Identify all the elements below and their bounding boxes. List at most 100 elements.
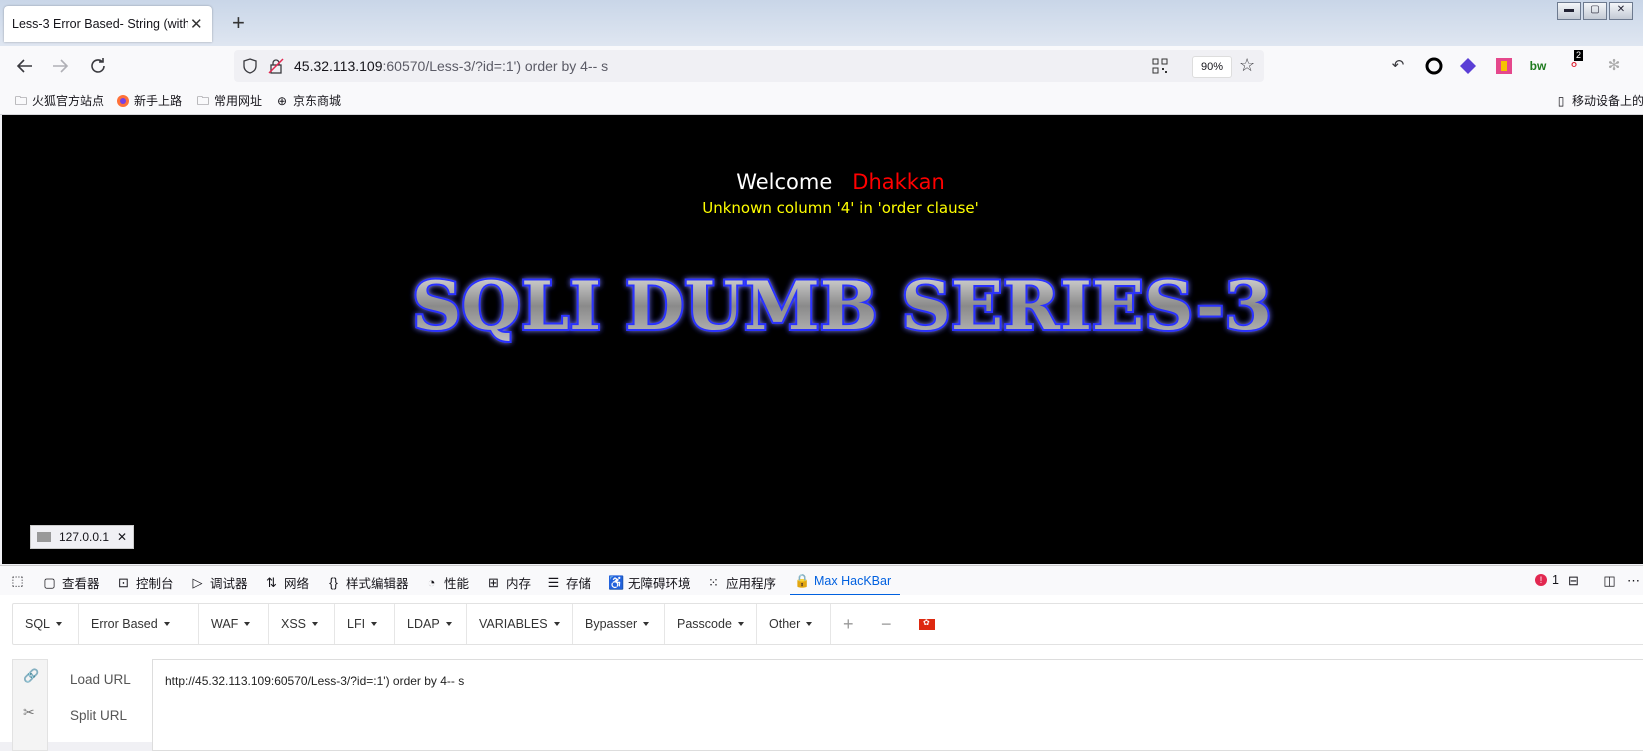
caret-down-icon: [445, 622, 452, 626]
caret-down-icon: [737, 622, 744, 626]
language-flag-icon[interactable]: [907, 604, 947, 644]
folder-icon: 🗀: [14, 93, 27, 108]
split-url-button[interactable]: Split URL: [70, 708, 127, 723]
menu-xss[interactable]: XSS: [269, 604, 335, 644]
menu-variables[interactable]: VARIABLES: [467, 604, 573, 644]
error-count-value: 1: [1552, 573, 1559, 587]
tab-network[interactable]: ⇅ 网络: [264, 573, 309, 592]
tab-label: 无障碍环境: [628, 577, 691, 591]
menu-lfi[interactable]: LFI: [335, 604, 395, 644]
menu-passcode[interactable]: Passcode: [665, 604, 757, 644]
new-tab-button[interactable]: +: [232, 10, 245, 36]
zoom-level[interactable]: 90%: [1192, 56, 1232, 78]
forward-arrow-icon: [53, 59, 69, 73]
status-ip: 127.0.0.1: [59, 530, 110, 544]
error-icon: !: [1535, 574, 1547, 586]
tab-memory[interactable]: ⊞ 内存: [486, 573, 531, 592]
page-viewport: Welcome Dhakkan Unknown column '4' in 'or…: [2, 115, 1643, 564]
bw-extension-icon[interactable]: bw: [1528, 56, 1548, 76]
menu-label: Other: [769, 617, 801, 631]
plus-icon[interactable]: +: [831, 604, 869, 644]
split-console-icon[interactable]: ⊟: [1566, 573, 1581, 589]
hackbar-icon: 🔒: [794, 573, 811, 588]
bookmark-item[interactable]: 🗀 常用网址: [196, 92, 262, 109]
extension-badge: 2: [1574, 50, 1584, 61]
tab-inspector[interactable]: ▢ 查看器: [42, 573, 99, 592]
bookmark-label: 常用网址: [214, 94, 263, 108]
menu-other[interactable]: Other: [757, 604, 831, 644]
close-icon[interactable]: ✕: [117, 530, 127, 544]
menu-ldap[interactable]: LDAP: [395, 604, 467, 644]
qr-code-icon[interactable]: [1152, 58, 1168, 74]
tab-debugger[interactable]: ▷ 调试器: [190, 573, 248, 592]
menu-waf[interactable]: WAF: [199, 604, 269, 644]
forward-button[interactable]: [48, 54, 72, 78]
bookmark-item[interactable]: 🗀 火狐官方站点: [14, 92, 104, 109]
tab-style-editor[interactable]: {} 样式编辑器: [326, 573, 408, 592]
bookmark-item[interactable]: ⊕ 京东商城: [275, 92, 341, 109]
error-count[interactable]: ! 1: [1535, 573, 1559, 587]
ring-extension-icon[interactable]: [1424, 56, 1444, 76]
tab-label: 内存: [506, 577, 532, 591]
tab-label: 网络: [284, 577, 310, 591]
mobile-bookmarks[interactable]: ▯ 移动设备上的书签: [1554, 92, 1643, 109]
minimize-button[interactable]: ▬: [1557, 2, 1581, 20]
menu-error-based[interactable]: Error Based: [79, 604, 199, 644]
n-extension-icon[interactable]: [1494, 56, 1514, 76]
console-icon: ⊡: [118, 574, 129, 590]
style-editor-icon: {}: [329, 575, 338, 590]
tab-console[interactable]: ⊡ 控制台: [116, 573, 173, 592]
welcome-line: Welcome Dhakkan: [2, 170, 1643, 194]
maximize-button[interactable]: ▢: [1583, 2, 1607, 20]
scissors-icon[interactable]: ✂: [23, 704, 35, 721]
close-window-button[interactable]: ✕: [1609, 2, 1633, 20]
devtools-toolbar: ⬚ ▢ 查看器 ⊡ 控制台 ▷ 调试器 ⇅ 网络 {} 样式编辑器 ◔ 性能 ⊞ 内存 ☰ 存储…: [0, 565, 1643, 597]
more-options-icon[interactable]: ⋯: [1626, 573, 1641, 589]
banner-text: SQLI DUMB SERIES-3: [412, 267, 1272, 345]
bookmark-label: 京东商城: [293, 94, 342, 108]
share-extension-icon[interactable]: ⚬ 2: [1564, 50, 1584, 76]
navigation-bar: 45.32.113.109:60570/Less-3/?id=:1') orde…: [0, 46, 1643, 86]
element-picker-icon[interactable]: ⬚: [10, 573, 25, 589]
load-url-button[interactable]: Load URL: [70, 672, 131, 687]
sqli-banner-image: SQLI DUMB SERIES-3: [410, 265, 1274, 347]
tracking-shield-icon[interactable]: [242, 58, 258, 74]
active-tab[interactable]: Less-3 Error Based- String (with T ✕: [4, 6, 212, 42]
folder-icon: 🗀: [196, 93, 209, 108]
menu-label: XSS: [281, 617, 307, 631]
reload-button[interactable]: [86, 54, 110, 78]
url-bar[interactable]: 45.32.113.109:60570/Less-3/?id=:1') orde…: [234, 50, 1264, 82]
menu-sql[interactable]: SQL: [13, 604, 79, 644]
tab-application[interactable]: ⁙ 应用程序: [706, 573, 776, 592]
bookmark-star-icon[interactable]: ☆: [1239, 55, 1255, 76]
tab-bar: Less-3 Error Based- String (with T ✕ + ▬…: [0, 0, 1643, 46]
undo-arrow-icon[interactable]: ↶: [1388, 56, 1408, 76]
tab-close-icon[interactable]: ✕: [190, 15, 203, 33]
dock-icon[interactable]: ◫: [1602, 573, 1617, 589]
caret-down-icon: [163, 622, 170, 626]
insecure-lock-icon[interactable]: [268, 58, 284, 74]
tab-label: Max HacKBar: [814, 574, 892, 588]
window-controls: ▬ ▢ ✕: [1557, 2, 1633, 20]
hackbar-url-textarea[interactable]: http://45.32.113.109:60570/Less-3/?id=:1…: [152, 659, 1643, 751]
minus-icon[interactable]: −: [869, 604, 907, 644]
network-icon: ⇅: [266, 574, 277, 590]
tab-storage[interactable]: ☰ 存储: [546, 573, 591, 592]
tab-label: 调试器: [210, 577, 248, 591]
username-text: Dhakkan: [852, 170, 945, 194]
link-icon[interactable]: 🔗: [23, 668, 39, 684]
diamond-extension-icon[interactable]: [1458, 56, 1478, 76]
caret-down-icon: [244, 622, 251, 626]
menu-bypasser[interactable]: Bypasser: [573, 604, 665, 644]
caret-down-icon: [806, 622, 813, 626]
caret-down-icon: [371, 622, 378, 626]
tab-accessibility[interactable]: ♿ 无障碍环境: [608, 573, 691, 592]
tab-max-hackbar[interactable]: 🔒 Max HacKBar: [794, 573, 891, 589]
tab-performance[interactable]: ◔ 性能: [424, 573, 469, 592]
back-button[interactable]: [13, 54, 37, 78]
bookmark-item[interactable]: 新手上路: [116, 92, 182, 109]
url-text[interactable]: 45.32.113.109:60570/Less-3/?id=:1') orde…: [294, 58, 608, 74]
welcome-text: Welcome: [736, 170, 833, 194]
caret-down-icon: [56, 622, 63, 626]
puzzle-extension-icon[interactable]: ✻: [1604, 56, 1624, 76]
